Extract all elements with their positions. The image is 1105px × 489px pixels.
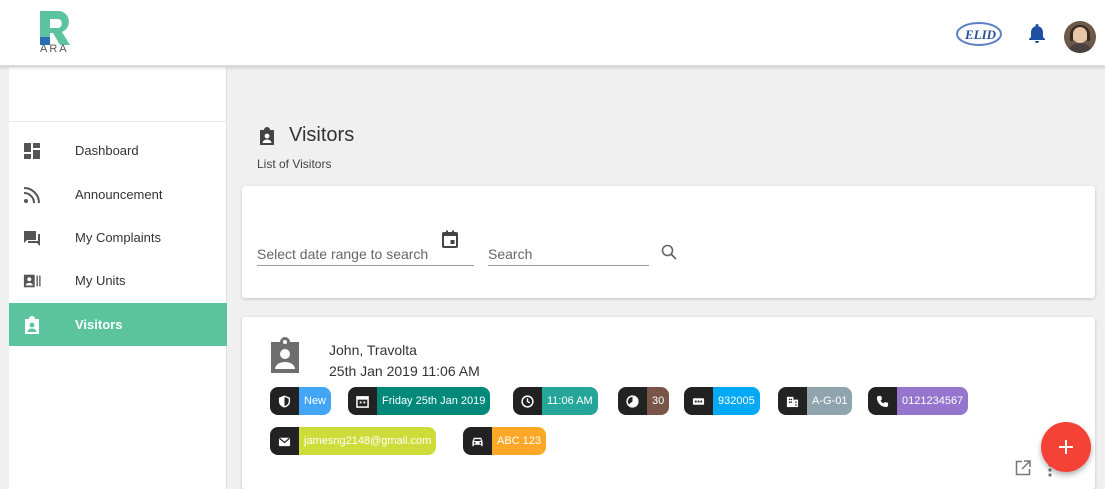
email-value: jamesng2148@gmail.com [299, 427, 437, 455]
sidebar-item-visitors[interactable]: Visitors [9, 303, 227, 346]
logo-text: ARA [40, 43, 69, 55]
duration-value: 30 [647, 387, 670, 415]
pin-icon [684, 387, 713, 415]
status-chip: New [270, 387, 332, 415]
plus-icon [1059, 440, 1073, 454]
visitor-badge-icon [25, 315, 39, 334]
sidebar-item-my-complaints[interactable]: My Complaints [9, 216, 227, 259]
svg-text:ELID: ELID [964, 27, 997, 42]
sidebar-item-label: Announcement [75, 187, 163, 202]
phone-value: 0121234567 [897, 387, 969, 415]
car-icon [463, 427, 492, 455]
visitor-card[interactable]: John, Travolta 25th Jan 2019 11:06 AM Ne… [242, 317, 1095, 489]
vehicle-value: ABC 123 [492, 427, 547, 455]
user-avatar[interactable] [1064, 21, 1096, 53]
sidebar: Dashboard Announcement My Complaints My … [9, 67, 227, 489]
date-chip: Friday 25th Jan 2019 [348, 387, 491, 415]
sidebar-item-label: Dashboard [75, 143, 139, 158]
visitor-badge-icon [271, 337, 299, 373]
sidebar-divider [9, 121, 227, 122]
time-value: 11:06 AM [542, 387, 598, 415]
pin-chip: 932005 [684, 387, 760, 415]
visitor-datetime: 25th Jan 2019 11:06 AM [329, 363, 480, 379]
date-value: Friday 25th Jan 2019 [377, 387, 491, 415]
time-chip: 11:06 AM [513, 387, 598, 415]
timer-icon [618, 387, 647, 415]
clock-icon [513, 387, 542, 415]
sidebar-item-label: My Units [75, 273, 126, 288]
phone-chip: 0121234567 [868, 387, 969, 415]
vehicle-chip: ABC 123 [463, 427, 547, 455]
bell-icon[interactable] [1028, 24, 1046, 44]
add-visitor-button[interactable] [1041, 422, 1091, 472]
open-in-new-icon[interactable] [1015, 460, 1031, 476]
unit-value: A-G-01 [807, 387, 853, 415]
sidebar-item-my-units[interactable]: My Units [9, 259, 227, 302]
search-input[interactable] [488, 234, 649, 265]
sidebar-item-announcement[interactable]: Announcement [9, 173, 227, 216]
visitor-name: John, Travolta [329, 342, 417, 358]
page-title: Visitors [289, 124, 355, 146]
sidebar-item-label: My Complaints [75, 230, 161, 245]
building-icon [778, 387, 807, 415]
mail-icon [270, 427, 299, 455]
sidebar-item-dashboard[interactable]: Dashboard [9, 129, 227, 172]
dashboard-icon [24, 142, 40, 159]
top-app-bar: ARA ELID [0, 0, 1105, 67]
duration-chip: 30 [618, 387, 670, 415]
calendar-icon [348, 387, 377, 415]
shield-icon [270, 387, 299, 415]
unit-chip: A-G-01 [778, 387, 853, 415]
elid-logo: ELID [956, 22, 1002, 46]
search-icon[interactable] [661, 244, 677, 260]
visitor-badge-icon [260, 127, 274, 145]
id-card-icon [23, 274, 41, 287]
rss-feed-icon [23, 186, 40, 203]
chat-bubbles-icon [24, 230, 40, 246]
status-value: New [299, 387, 332, 415]
phone-icon [868, 387, 897, 415]
pin-value: 932005 [713, 387, 760, 415]
filter-card [242, 186, 1095, 298]
calendar-icon[interactable] [441, 230, 459, 248]
email-chip: jamesng2148@gmail.com [270, 427, 437, 455]
sidebar-item-label: Visitors [75, 317, 123, 332]
search-field [488, 234, 649, 266]
page-subtitle: List of Visitors [257, 157, 332, 171]
